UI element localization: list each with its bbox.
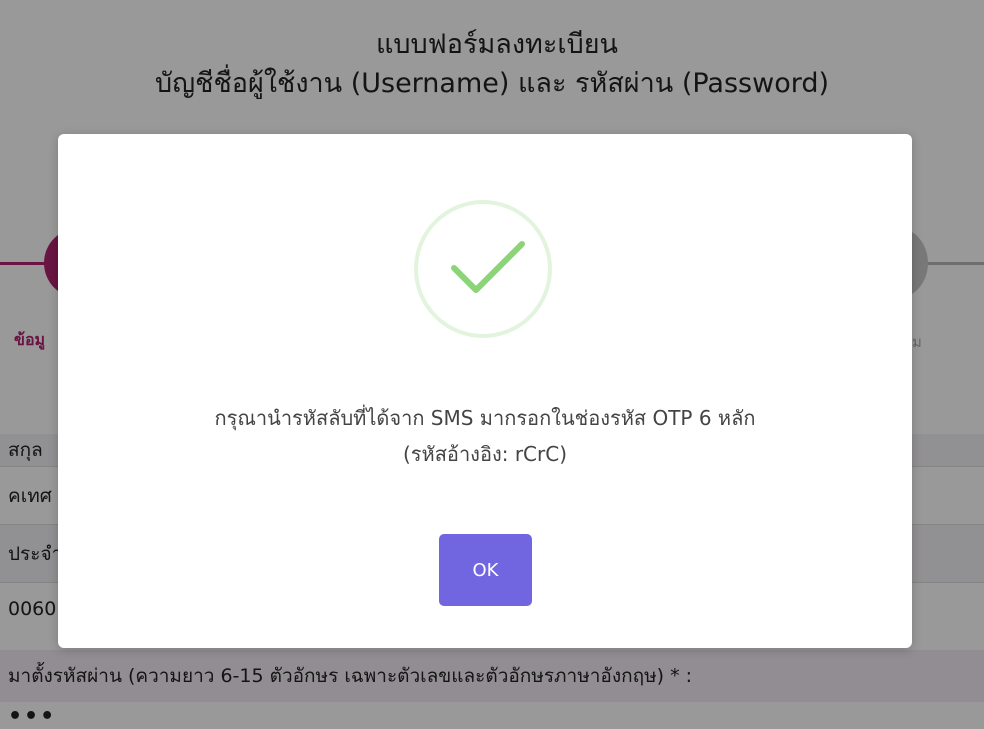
otp-info-dialog: กรุณานำรหัสลับที่ได้จาก SMS มากรอกในช่อง… [58, 134, 912, 648]
dialog-message-line2: (รหัสอ้างอิง: rCrC) [403, 442, 567, 466]
dialog-message-line1: กรุณานำรหัสลับที่ได้จาก SMS มากรอกในช่อง… [214, 406, 756, 430]
registration-page: แบบฟอร์มลงทะเบียน บัญชีชื่อผู้ใช้งาน (Us… [0, 0, 984, 729]
ok-button[interactable]: OK [439, 534, 532, 606]
check-mark-icon [451, 241, 525, 293]
dialog-message: กรุณานำรหัสลับที่ได้จาก SMS มากรอกในช่อง… [58, 400, 912, 472]
success-check-icon [414, 200, 552, 338]
